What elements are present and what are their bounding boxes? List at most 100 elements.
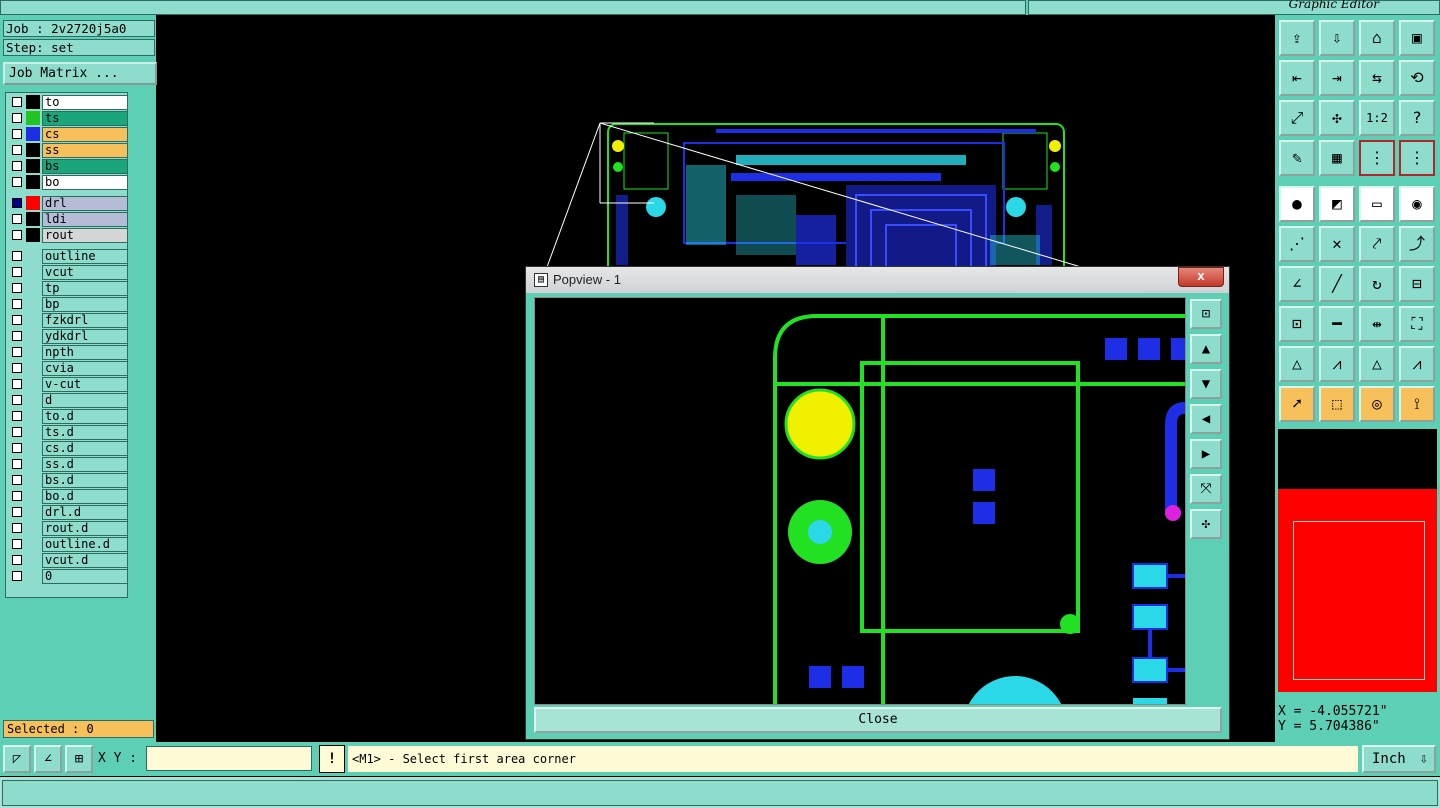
popview-right-icon[interactable]: ▶ [1190,439,1222,469]
export-icon[interactable]: ⇪ [1279,20,1315,56]
snap-icon[interactable]: ◸ [3,745,31,773]
circle-select-icon[interactable]: ● [1279,186,1315,222]
layer-name[interactable]: ts.d [42,425,128,440]
popview-down-icon[interactable]: ▼ [1190,369,1222,399]
layer-checkbox[interactable] [12,491,22,501]
layer-name[interactable]: rout [42,228,128,243]
layer-row[interactable]: ss.d [8,457,128,472]
popview-fit-icon[interactable]: ⤧ [1190,474,1222,504]
angle-icon[interactable]: ∠ [1279,266,1315,302]
arrow-right-icon[interactable]: ⇥ [1319,60,1355,96]
layer-row[interactable]: ts [8,111,128,126]
layer-checkbox[interactable] [12,507,22,517]
layer-name[interactable]: ldi [42,212,128,227]
route-icon[interactable]: ⤴ [1399,226,1435,262]
layer-name[interactable]: ss [42,143,128,158]
layer-checkbox[interactable] [12,555,22,565]
layer-row[interactable]: fzkdrl [8,313,128,328]
pointer-circle-icon[interactable]: ◎ [1359,386,1395,422]
layer-name[interactable]: drl [42,196,128,211]
layer-row[interactable]: vcut [8,265,128,280]
line-icon[interactable]: ╱ [1319,266,1355,302]
layer-name[interactable]: bs [42,159,128,174]
layer-checkbox[interactable] [12,113,22,123]
layer-name[interactable]: to.d [42,409,128,424]
import-icon[interactable]: ⇩ [1319,20,1355,56]
layer-row[interactable]: outline.d [8,537,128,552]
layer-checkbox[interactable] [12,379,22,389]
layer-checkbox[interactable] [12,427,22,437]
layer-color-swatch[interactable] [26,159,40,173]
layer-row[interactable]: to.d [8,409,128,424]
job-matrix-button[interactable]: Job Matrix ... [3,62,157,85]
line-select-icon[interactable]: ◩ [1319,186,1355,222]
layer-name[interactable]: outline [42,249,128,264]
triangle-icon[interactable]: △ [1279,346,1315,382]
angle-snap-icon[interactable]: ∠ [34,745,62,773]
layer-checkbox[interactable] [12,347,22,357]
trace-icon[interactable]: ━ [1319,306,1355,342]
layer-checkbox[interactable] [12,475,22,485]
layer-checkbox[interactable] [12,459,22,469]
popview-center-icon[interactable]: ✣ [1190,509,1222,539]
layer-checkbox[interactable] [12,315,22,325]
layer-checkbox[interactable] [12,443,22,453]
layer-row[interactable]: rout.d [8,521,128,536]
layer-row[interactable]: cs.d [8,441,128,456]
overview-map[interactable] [1278,429,1437,692]
layer-color-swatch[interactable] [26,228,40,242]
layer-row[interactable]: outline [8,249,128,264]
close-button[interactable]: Close [534,707,1222,733]
layer-color-swatch[interactable] [26,143,40,157]
help-icon[interactable]: ? [1399,100,1435,136]
layer-row[interactable]: ts.d [8,425,128,440]
layer-checkbox[interactable] [12,177,22,187]
cross-icon[interactable]: ✕ [1319,226,1355,262]
layer-name[interactable]: bo.d [42,489,128,504]
layer-checkbox[interactable] [12,363,22,373]
layer-checkbox[interactable] [12,539,22,549]
layer-name[interactable]: cvia [42,361,128,376]
layer-row[interactable]: vcut.d [8,553,128,568]
triangle-2-icon[interactable]: ⩘ [1319,346,1355,382]
window-icon[interactable]: ▣ [1399,20,1435,56]
dot-icon[interactable]: ◉ [1399,186,1435,222]
layer-row[interactable]: drl.d [8,505,128,520]
edit-icon[interactable]: ✎ [1279,140,1315,176]
close-window-button[interactable]: x [1178,267,1224,287]
layer-name[interactable]: ydkdrl [42,329,128,344]
layer-row[interactable]: cvia [8,361,128,376]
ruler-icon[interactable]: ▭ [1359,186,1395,222]
xy-input[interactable] [146,746,312,771]
layer-name[interactable]: cs [42,127,128,142]
popview-titlebar[interactable]: ▤ Popview - 1 x [526,267,1229,293]
layer-name[interactable]: ts [42,111,128,126]
grid-icon[interactable]: ▦ [1319,140,1355,176]
layer-checkbox[interactable] [12,283,22,293]
layer-name[interactable]: npth [42,345,128,360]
layer-name[interactable]: fzkdrl [42,313,128,328]
pointer-icon[interactable]: ➚ [1279,386,1315,422]
grid-snap-icon[interactable]: ⊞ [65,745,93,773]
layer-row[interactable]: ydkdrl [8,329,128,344]
layer-name[interactable]: rout.d [42,521,128,536]
measure-icon[interactable]: ⇹ [1359,306,1395,342]
layer-checkbox[interactable] [12,214,22,224]
layer-name[interactable]: v-cut [42,377,128,392]
layer-row[interactable]: tp [8,281,128,296]
layer-row[interactable]: 0 [8,569,128,584]
layer-snap-icon[interactable]: ⋮ [1359,140,1395,176]
layer-name[interactable]: 0 [42,569,128,584]
triangle-4-icon[interactable]: ⩘ [1399,346,1435,382]
layer-name[interactable]: cs.d [42,441,128,456]
layer-checkbox[interactable] [12,571,22,581]
layer-row[interactable]: bo [8,175,128,190]
layer-row[interactable]: v-cut [8,377,128,392]
connect-icon[interactable]: ⤤ [1359,226,1395,262]
pointer-box-icon[interactable]: ⬚ [1319,386,1355,422]
arrow-left-icon[interactable]: ⇤ [1279,60,1315,96]
layer-name[interactable]: vcut [42,265,128,280]
layer-row[interactable]: drl [8,196,128,211]
layer-row[interactable]: bs.d [8,473,128,488]
layer-checkbox[interactable] [12,299,22,309]
